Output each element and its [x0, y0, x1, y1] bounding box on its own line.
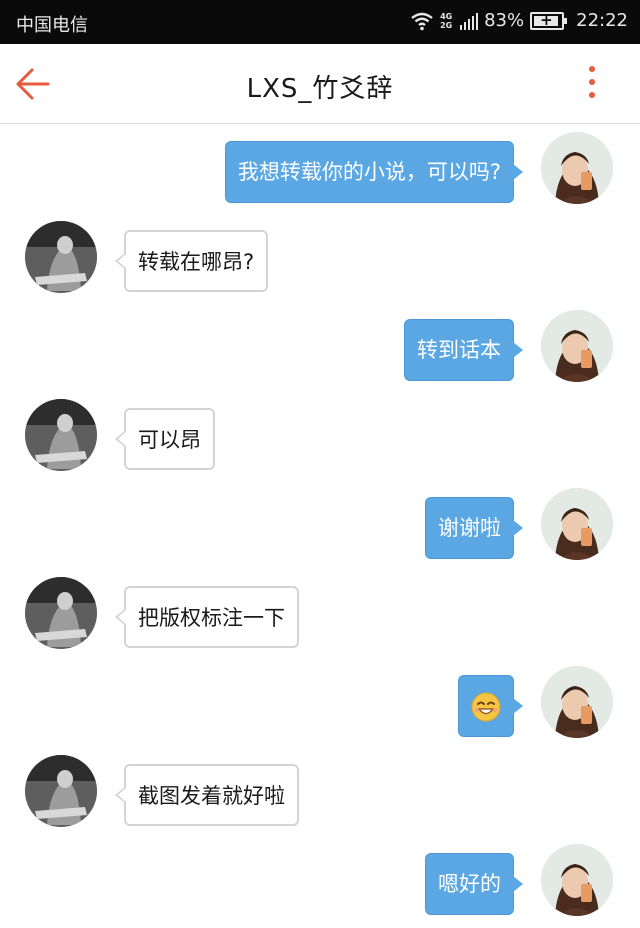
message-row-received: 把版权标注一下: [0, 570, 640, 650]
contact-avatar[interactable]: [25, 577, 97, 649]
more-options-button[interactable]: [582, 66, 602, 106]
contact-avatar[interactable]: [25, 755, 97, 827]
battery-percent: 83%: [484, 10, 525, 31]
message-row-sent: 我想转载你的小说，可以吗?: [0, 125, 640, 205]
message-row-sent: 嗯好的: [0, 837, 640, 917]
message-bubble-sent-emoji[interactable]: [458, 675, 523, 737]
status-icons: 4G 2G 83% + 22:22: [410, 10, 628, 31]
message-row-received: 可以昂: [0, 392, 640, 472]
user-photo-avatar-icon: [541, 666, 613, 738]
my-avatar[interactable]: [541, 666, 613, 738]
user-photo-avatar-icon: [541, 488, 613, 560]
contact-photo-avatar-icon: [25, 221, 97, 293]
message-bubble-sent[interactable]: 嗯好的: [425, 853, 523, 915]
my-avatar[interactable]: [541, 844, 613, 916]
contact-photo-avatar-icon: [25, 577, 97, 649]
contact-avatar[interactable]: [25, 399, 97, 471]
status-bar: 中国电信 4G 2G 83% + 22:22: [0, 0, 640, 44]
message-row-sent: [0, 659, 640, 739]
status-time: 22:22: [576, 10, 628, 31]
message-bubble-sent[interactable]: 谢谢啦: [425, 497, 523, 559]
my-avatar[interactable]: [541, 132, 613, 204]
network-type-label: 4G 2G: [440, 11, 453, 30]
wifi-icon: [410, 11, 434, 31]
message-row-received: 截图发着就好啦: [0, 748, 640, 828]
smiling-face-emoji-icon: [471, 692, 501, 722]
my-avatar[interactable]: [541, 488, 613, 560]
contact-avatar[interactable]: [25, 221, 97, 293]
my-avatar[interactable]: [541, 310, 613, 382]
message-bubble-received[interactable]: 可以昂: [115, 408, 215, 470]
carrier-name: 中国电信: [16, 15, 88, 36]
message-bubble-sent[interactable]: 转到话本: [404, 319, 523, 381]
message-row-sent: 谢谢啦: [0, 481, 640, 561]
user-photo-avatar-icon: [541, 310, 613, 382]
message-bubble-received[interactable]: 把版权标注一下: [115, 586, 299, 648]
contact-photo-avatar-icon: [25, 755, 97, 827]
message-bubble-sent[interactable]: 我想转载你的小说，可以吗?: [224, 141, 524, 203]
message-bubble-received[interactable]: 截图发着就好啦: [115, 764, 299, 826]
chat-message-list[interactable]: 我想转载你的小说，可以吗? 转载在哪昂? 转到话本 可以昂 谢谢啦 把版权标注一…: [0, 125, 640, 928]
message-row-received: 转载在哪昂?: [0, 214, 640, 294]
chat-title: LXS_竹爻辞: [246, 74, 394, 104]
message-bubble-received[interactable]: 转载在哪昂?: [114, 230, 269, 292]
user-photo-avatar-icon: [541, 844, 613, 916]
contact-photo-avatar-icon: [25, 399, 97, 471]
battery-charging-icon: +: [530, 11, 568, 30]
more-vertical-icon: [589, 66, 595, 72]
user-photo-avatar-icon: [541, 132, 613, 204]
message-row-sent: 转到话本: [0, 303, 640, 383]
signal-strength-icon: [460, 12, 479, 30]
chat-header: LXS_竹爻辞: [0, 44, 640, 124]
